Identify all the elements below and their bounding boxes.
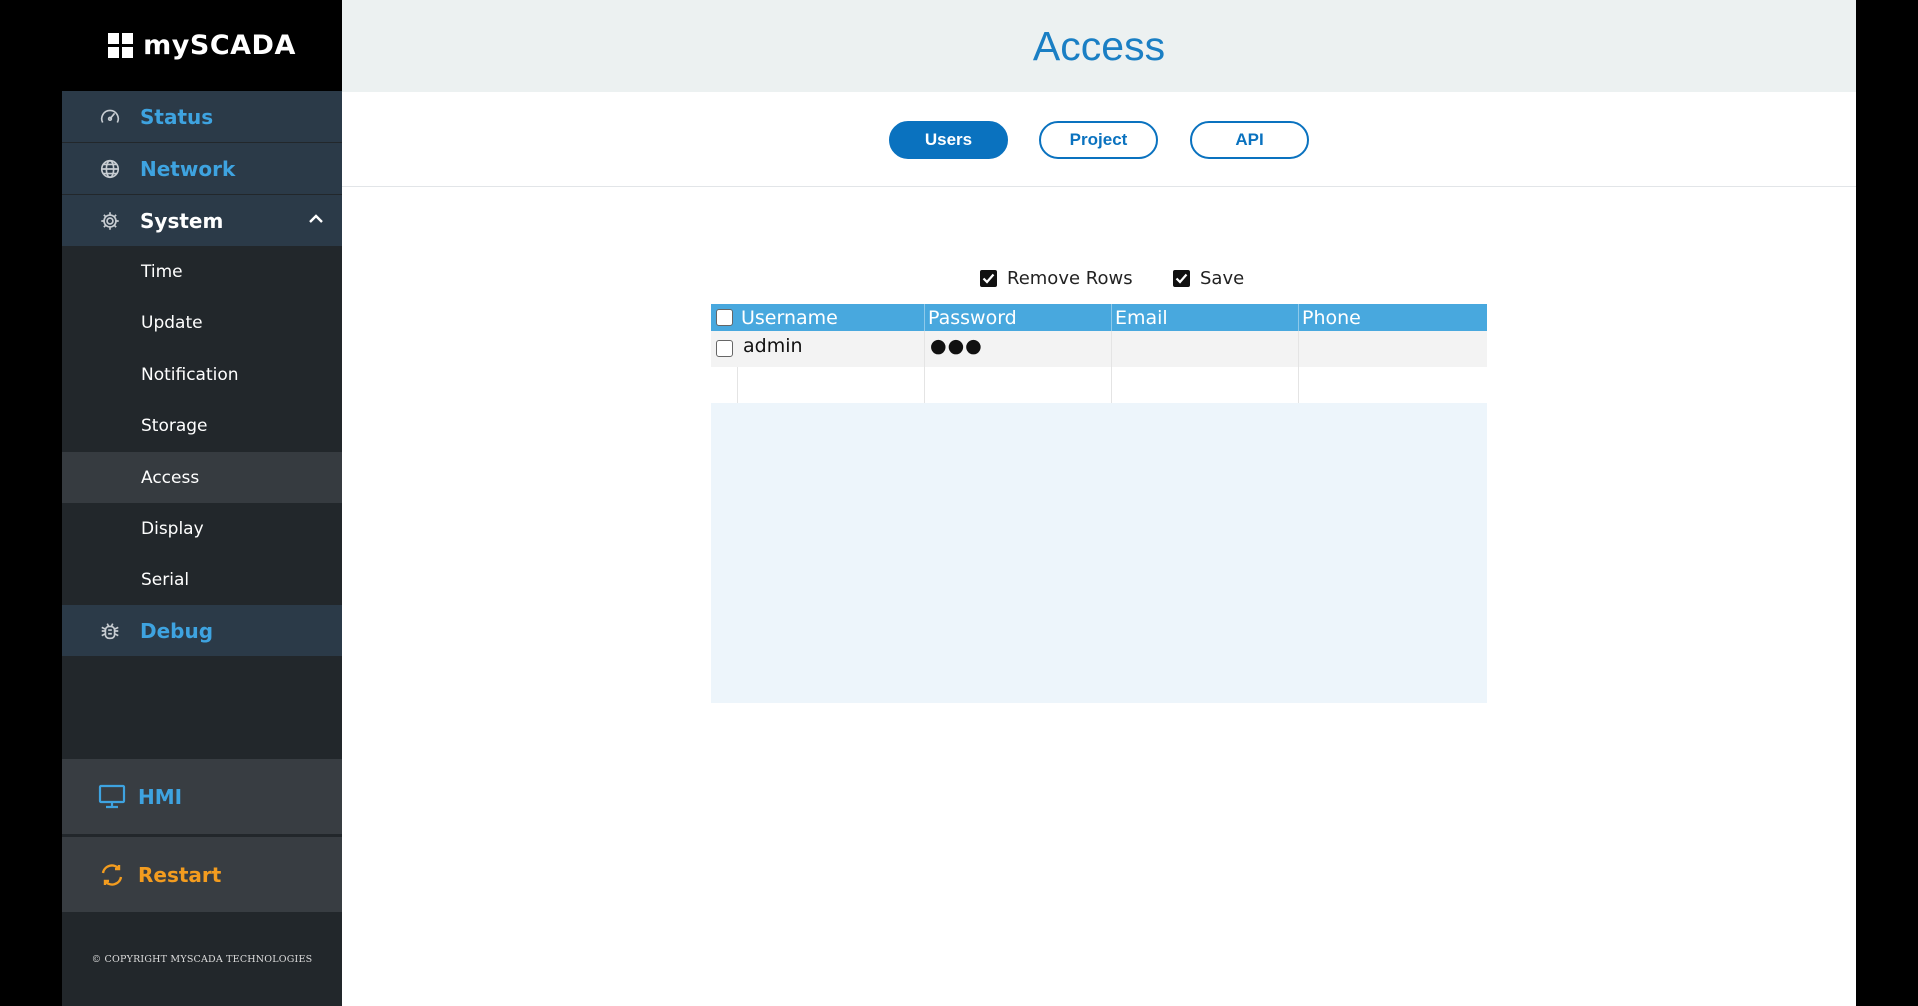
sidebar-item-label: Debug	[140, 618, 214, 643]
remove-rows-label: Remove Rows	[1007, 267, 1133, 289]
sidebar-subitem-update[interactable]: Update	[62, 297, 342, 348]
gauge-icon	[98, 105, 122, 129]
cell-empty[interactable]	[1299, 367, 1487, 403]
page-title: Access	[1032, 23, 1166, 69]
tab-api[interactable]: API	[1190, 121, 1309, 159]
chevron-up-icon[interactable]	[306, 209, 326, 234]
save-checkbox[interactable]	[1173, 269, 1190, 287]
restart-button[interactable]: Restart	[62, 837, 342, 912]
copyright-text: © COPYRIGHT MYSCADA TECHNOLOGIES	[91, 954, 313, 965]
sidebar-subitem-time[interactable]: Time	[62, 246, 342, 297]
cell-empty[interactable]	[925, 367, 1112, 403]
save-label: Save	[1200, 267, 1245, 289]
bug-icon	[98, 619, 122, 643]
hmi-label: HMI	[138, 784, 183, 809]
column-header-username[interactable]: Username	[738, 304, 925, 331]
main-content: Access Users Project API Remove Rows Sav…	[342, 0, 1856, 1006]
logo-grid-icon	[108, 33, 134, 58]
cell-empty[interactable]	[738, 367, 925, 403]
cell-email[interactable]	[1112, 331, 1299, 367]
window-frame-right	[1856, 0, 1918, 1006]
select-all-cell	[711, 304, 738, 331]
select-all-checkbox[interactable]	[716, 309, 733, 326]
sidebar-item-status[interactable]: Status	[62, 91, 342, 142]
window-frame-left	[0, 0, 62, 1006]
sidebar-item-label: System	[140, 208, 224, 233]
tab-users[interactable]: Users	[889, 121, 1008, 159]
column-header-email[interactable]: Email	[1112, 304, 1299, 331]
row-select-cell	[711, 331, 738, 367]
globe-icon	[98, 157, 122, 181]
sidebar: mySCADA Status Network System Time Updat…	[62, 0, 342, 1006]
tab-project[interactable]: Project	[1039, 121, 1158, 159]
column-header-phone[interactable]: Phone	[1299, 304, 1487, 331]
tab-bar: Users Project API	[342, 92, 1856, 187]
sidebar-item-system[interactable]: System	[62, 195, 342, 246]
sidebar-item-label: Status	[140, 104, 214, 129]
cell-phone[interactable]	[1299, 331, 1487, 367]
cell-password[interactable]: ●●●	[925, 331, 1112, 367]
cell-empty[interactable]	[1112, 367, 1299, 403]
sidebar-subitem-storage[interactable]: Storage	[62, 400, 342, 451]
sidebar-item-network[interactable]: Network	[62, 143, 342, 194]
save-option[interactable]: Save	[1173, 266, 1244, 290]
monitor-icon	[98, 783, 126, 811]
cell-empty	[711, 367, 738, 403]
cell-username[interactable]: admin	[738, 331, 925, 367]
hmi-button[interactable]: HMI	[62, 759, 342, 834]
gear-icon	[98, 209, 122, 233]
table-row[interactable]: admin ●●●	[711, 331, 1487, 367]
users-table: Username Password Email Phone admin ●●●	[711, 304, 1487, 703]
remove-rows-option[interactable]: Remove Rows	[980, 266, 1133, 290]
column-header-password[interactable]: Password	[925, 304, 1112, 331]
table-header: Username Password Email Phone	[711, 304, 1487, 331]
sidebar-subitem-access[interactable]: Access	[62, 452, 342, 503]
sidebar-subitem-display[interactable]: Display	[62, 503, 342, 554]
remove-rows-checkbox[interactable]	[980, 269, 997, 287]
sidebar-item-label: Network	[140, 156, 236, 181]
restart-label: Restart	[138, 862, 222, 887]
sidebar-subitem-serial[interactable]: Serial	[62, 554, 342, 605]
table-row-empty[interactable]	[711, 367, 1487, 403]
refresh-icon	[98, 861, 126, 889]
row-checkbox[interactable]	[716, 340, 733, 357]
sidebar-item-debug[interactable]: Debug	[62, 605, 342, 656]
logo-text: mySCADA	[143, 30, 296, 61]
sidebar-subitem-notification[interactable]: Notification	[62, 349, 342, 400]
logo: mySCADA	[62, 0, 342, 91]
